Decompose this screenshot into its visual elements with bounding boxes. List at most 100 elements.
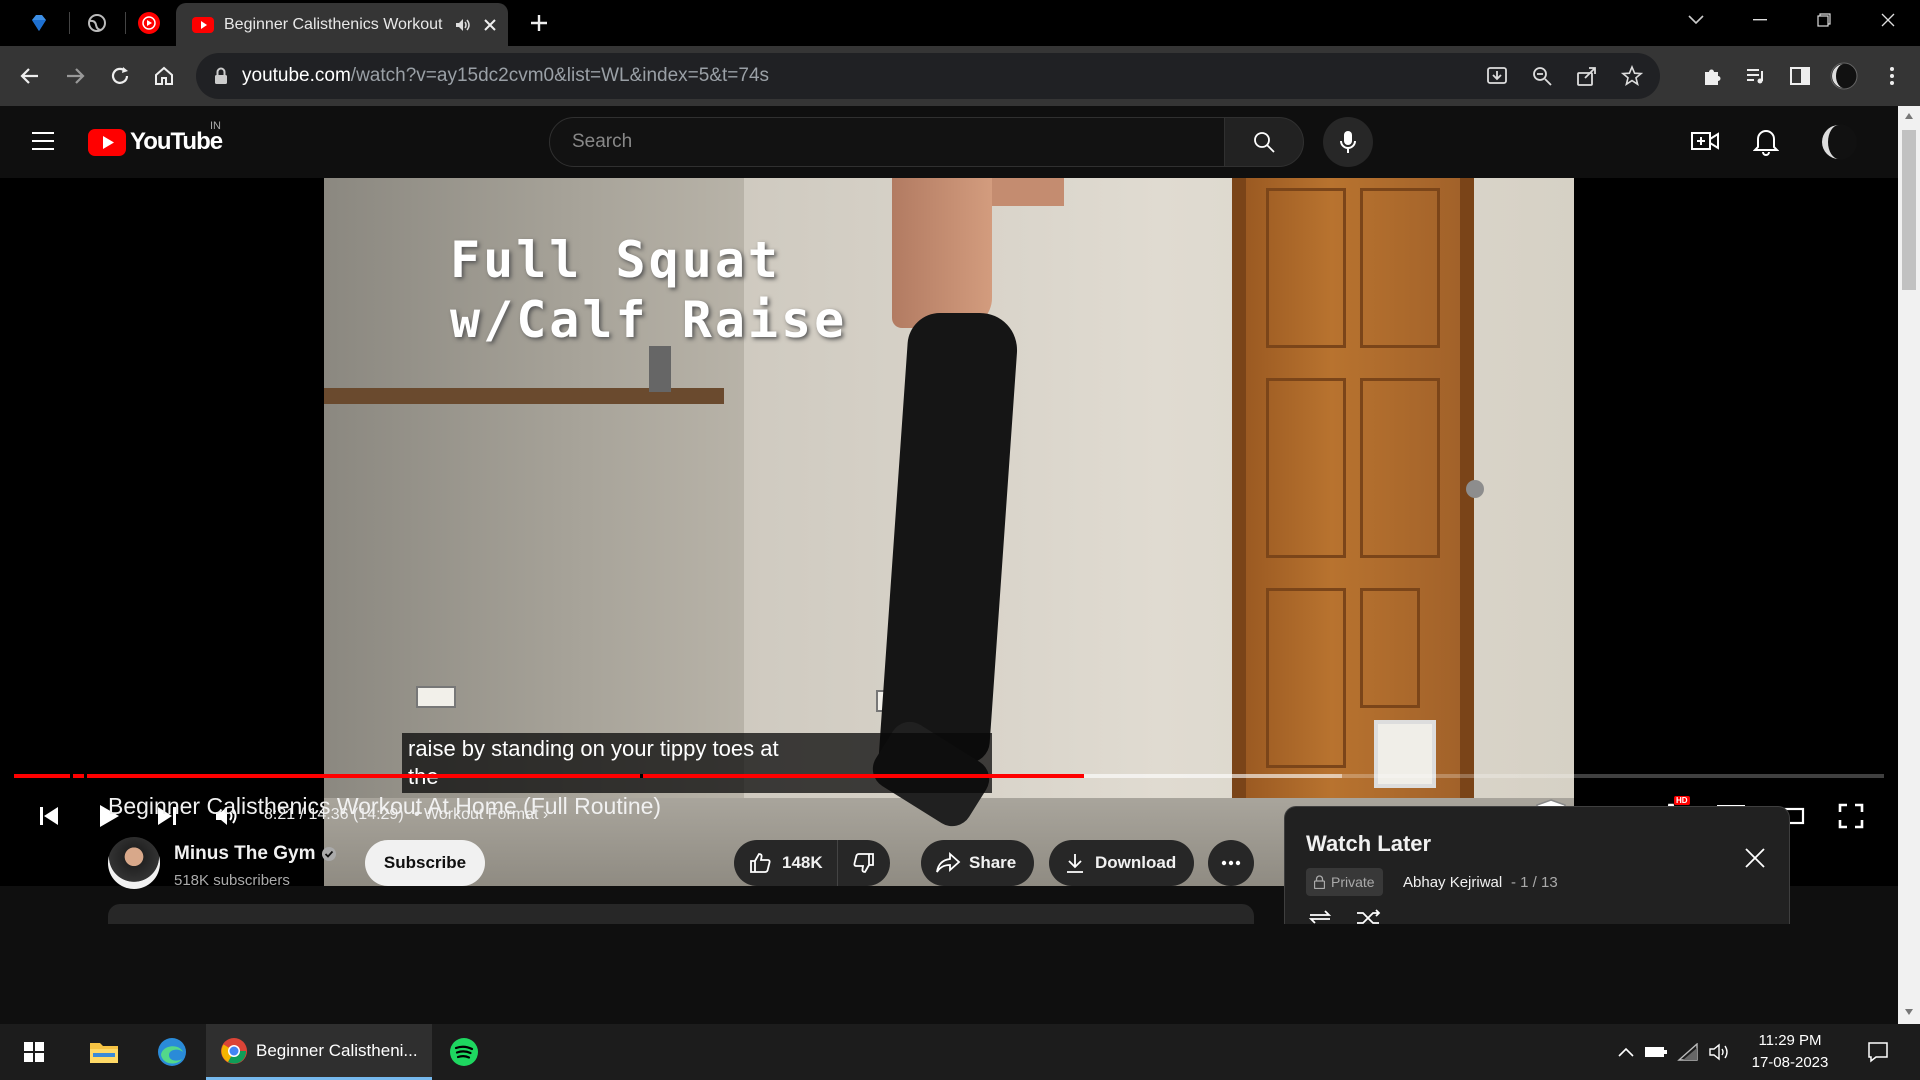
- diamond-icon: [32, 15, 46, 31]
- more-actions-button[interactable]: [1208, 840, 1254, 886]
- playlist-owner[interactable]: Abhay Kejriwal: [1403, 874, 1502, 891]
- pinned-tab-globe[interactable]: [70, 0, 124, 46]
- shuffle-button[interactable]: [1355, 909, 1381, 930]
- share-button[interactable]: Share: [921, 840, 1035, 886]
- playlist-title[interactable]: Watch Later: [1306, 831, 1431, 857]
- like-count: 148K: [782, 853, 823, 872]
- url-text: youtube.com/watch?v=ay15dc2cvm0&list=WL&…: [242, 65, 769, 87]
- playlist-position: - 1 / 13: [1511, 874, 1558, 891]
- browser-toolbar: youtube.com/watch?v=ay15dc2cvm0&list=WL&…: [0, 46, 1920, 106]
- minimize-button[interactable]: [1730, 0, 1790, 40]
- network-button[interactable]: [1672, 1024, 1704, 1080]
- close-icon: [1881, 13, 1895, 27]
- restore-icon: [1817, 13, 1831, 27]
- browser-menu-button[interactable]: [1878, 62, 1906, 90]
- back-button[interactable]: [16, 62, 44, 90]
- voice-search-button[interactable]: [1323, 117, 1373, 167]
- tab-close-icon[interactable]: [482, 17, 498, 33]
- scrollbar-thumb[interactable]: [1902, 130, 1916, 290]
- star-icon: [1621, 65, 1643, 86]
- dislike-button[interactable]: [838, 840, 890, 886]
- bell-icon: [1752, 130, 1780, 156]
- skip-previous-icon: [40, 807, 58, 825]
- overlay-title-line2: w/Calf Raise: [450, 291, 848, 349]
- notifications-button[interactable]: [1752, 126, 1781, 156]
- taskbar-clock[interactable]: 11:29 PM 17-08-2023: [1740, 1030, 1840, 1074]
- taskbar-chrome-label: Beginner Calistheni...: [256, 1040, 418, 1060]
- arrow-right-icon: [67, 68, 85, 84]
- tray-overflow-button[interactable]: [1612, 1024, 1640, 1080]
- zoom-icon: [1533, 67, 1552, 86]
- media-control-button[interactable]: [1742, 62, 1770, 90]
- thumbs-up-icon: [750, 853, 771, 873]
- pinned-tab-youtube-music[interactable]: [122, 0, 176, 46]
- scroll-down-arrow-icon[interactable]: [1904, 1008, 1914, 1016]
- search-button[interactable]: [1224, 117, 1304, 167]
- address-bar[interactable]: youtube.com/watch?v=ay15dc2cvm0&list=WL&…: [196, 53, 1660, 99]
- youtube-music-icon: [138, 12, 160, 34]
- battery-button[interactable]: [1640, 1024, 1672, 1080]
- channel-avatar[interactable]: [108, 837, 160, 889]
- progress-bar[interactable]: [14, 774, 1884, 778]
- close-window-button[interactable]: [1858, 0, 1918, 40]
- taskbar-spotify[interactable]: [432, 1024, 496, 1080]
- close-playlist-button[interactable]: [1740, 843, 1770, 873]
- download-button[interactable]: Download: [1049, 840, 1195, 886]
- tab-audio-icon[interactable]: [454, 16, 472, 34]
- description-box[interactable]: [108, 904, 1254, 924]
- chevron-up-icon: [1618, 1047, 1634, 1057]
- profile-button[interactable]: [1830, 62, 1858, 90]
- door: [1232, 178, 1474, 798]
- video-frame[interactable]: Full Squat w/Calf Raise raise by standin…: [324, 178, 1574, 886]
- subscribe-button[interactable]: Subscribe: [365, 840, 485, 886]
- like-dislike-group: 148K: [734, 840, 890, 886]
- tab-title: Beginner Calisthenics Workout At Home (F…: [224, 15, 444, 33]
- verified-check-icon: [322, 847, 337, 861]
- close-icon: [1745, 848, 1765, 868]
- guide-menu-button[interactable]: [30, 130, 60, 154]
- video-text-overlay: Full Squat w/Calf Raise: [450, 230, 847, 350]
- side-panel-button[interactable]: [1786, 62, 1814, 90]
- taskbar-file-explorer[interactable]: [72, 1024, 136, 1080]
- zoom-button[interactable]: [1528, 62, 1556, 90]
- search-input[interactable]: Search: [549, 117, 1225, 167]
- channel-name-link[interactable]: Minus The Gym: [174, 843, 337, 865]
- bookmark-button[interactable]: [1618, 62, 1646, 90]
- taskbar-edge[interactable]: [140, 1024, 204, 1080]
- previous-button[interactable]: [24, 788, 74, 844]
- tab-search-button[interactable]: [1666, 0, 1726, 40]
- omnibox-actions: [1483, 53, 1660, 99]
- fullscreen-button[interactable]: [1826, 788, 1876, 844]
- volume-tray-button[interactable]: [1704, 1024, 1736, 1080]
- create-button[interactable]: [1690, 128, 1720, 156]
- account-avatar[interactable]: [1820, 123, 1858, 161]
- scroll-up-arrow-icon[interactable]: [1904, 112, 1914, 120]
- share-page-button[interactable]: [1573, 62, 1601, 90]
- extensions-button[interactable]: [1698, 62, 1726, 90]
- loop-button[interactable]: [1307, 909, 1333, 930]
- notification-center-button[interactable]: [1846, 1024, 1910, 1080]
- reload-button[interactable]: [106, 62, 134, 90]
- tab-youtube-active[interactable]: Beginner Calisthenics Workout At Home (F…: [176, 3, 508, 46]
- like-button[interactable]: 148K: [734, 840, 838, 886]
- youtube-logo-icon: [88, 128, 126, 156]
- loop-icon: [1308, 910, 1332, 924]
- forward-button[interactable]: [61, 62, 89, 90]
- start-button[interactable]: [2, 1024, 66, 1080]
- taskbar-chrome-window[interactable]: Beginner Calistheni...: [206, 1024, 432, 1080]
- pinned-tab-diamond[interactable]: [12, 0, 66, 46]
- restore-button[interactable]: [1794, 0, 1854, 40]
- hamburger-menu-icon: [32, 132, 54, 150]
- url-host: youtube.com: [242, 65, 351, 86]
- youtube-logo-text: YouTube: [130, 128, 223, 155]
- puzzle-icon: [1705, 69, 1721, 85]
- shuffle-icon: [1357, 909, 1381, 924]
- install-app-button[interactable]: [1483, 62, 1511, 90]
- home-button[interactable]: [150, 62, 178, 90]
- chrome-icon: [221, 1037, 247, 1064]
- youtube-logo[interactable]: YouTube IN: [88, 120, 223, 156]
- page-scrollbar[interactable]: [1898, 106, 1920, 1024]
- video-player[interactable]: Full Squat w/Calf Raise raise by standin…: [0, 178, 1898, 886]
- new-tab-button[interactable]: [512, 0, 566, 46]
- kebab-menu-icon: [1890, 67, 1894, 85]
